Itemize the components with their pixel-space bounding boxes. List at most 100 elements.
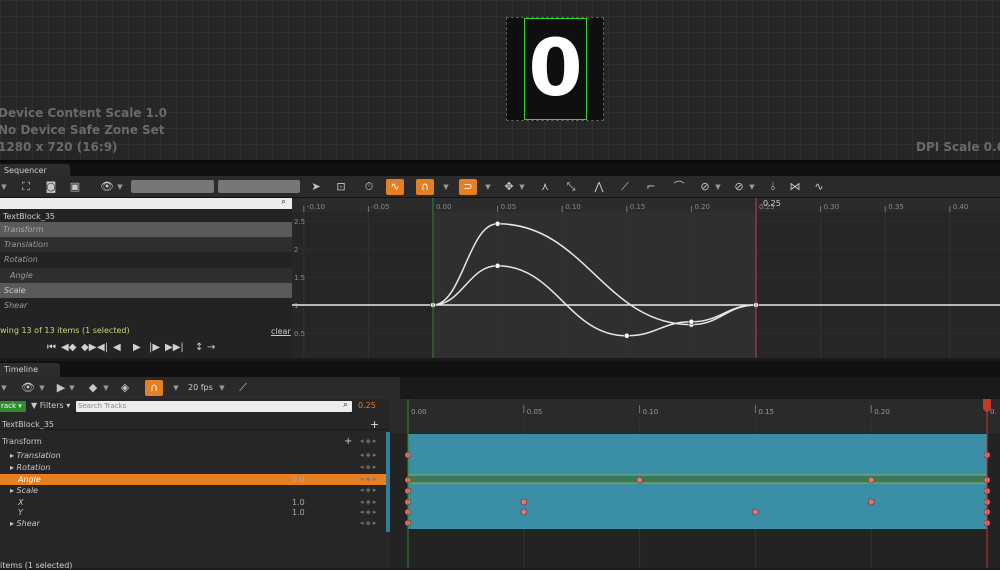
normalize-icon[interactable]: ⊘ <box>730 179 748 195</box>
tangent-break-icon[interactable]: ⋀ <box>590 179 608 195</box>
curve-editor-icon[interactable]: ⟋ <box>234 380 252 396</box>
current-time-readout[interactable]: 0.25 <box>358 401 376 410</box>
tree-item-scale[interactable]: Scale <box>0 283 292 298</box>
next-key-icon[interactable]: ◆▶ <box>81 341 96 355</box>
track-row-translation[interactable]: ▸ Translation ◂◈▸ <box>0 450 388 461</box>
track-row-scale[interactable]: ▸ Scale ◂◈▸ <box>0 485 388 496</box>
track-row-y[interactable]: Y 1.0 ◂◈▸ <box>0 507 388 518</box>
eye-icon[interactable]: 👁 <box>17 380 39 396</box>
play-reverse-icon[interactable]: ◀ <box>113 341 121 355</box>
chevron-down-icon[interactable]: ▼ <box>714 179 722 195</box>
filter-curve-icon[interactable]: ∿ <box>810 179 828 195</box>
chevron-down-icon[interactable]: ▼ <box>116 179 124 195</box>
chevron-down-icon[interactable]: ▼ <box>172 380 180 396</box>
add-icon[interactable]: + <box>344 436 352 447</box>
tangent-user-icon[interactable]: ⤡ <box>562 179 580 195</box>
track-row-shear[interactable]: ▸ Shear ◂◈▸ <box>0 518 388 529</box>
chevron-down-icon[interactable]: ▼ <box>102 380 110 396</box>
step-back-icon[interactable]: ◀| <box>97 341 108 355</box>
chevron-down-icon[interactable]: ▼ <box>748 179 756 195</box>
tree-item-rotation[interactable]: Rotation <box>0 252 292 267</box>
clear-link[interactable]: clear <box>271 327 291 336</box>
move-icon[interactable]: ✥ <box>500 179 518 195</box>
magnet-icon[interactable]: ∩ <box>145 380 163 396</box>
track-row-textblock-35[interactable]: TextBlock_35 <box>0 419 388 430</box>
key-controls[interactable]: ◂◈▸ <box>360 450 378 461</box>
curve-input-field[interactable] <box>131 180 214 193</box>
key-controls[interactable]: ◂◈▸ <box>360 474 378 485</box>
jump-end-icon[interactable]: ▶▶| <box>165 341 184 355</box>
track-row-transform[interactable]: Transform ◂◈▸ + <box>0 436 388 447</box>
frame-icon[interactable]: ⛶ <box>17 179 35 195</box>
key-controls[interactable]: ◂◈▸ <box>360 485 378 496</box>
track-label: X <box>18 498 24 507</box>
track-row-angle[interactable]: Angle 0.0 ◂◈▸ <box>0 474 388 485</box>
chevron-down-icon[interactable]: ▼ <box>0 179 8 195</box>
curve-value-field[interactable] <box>218 180 300 193</box>
track-label: ▸ Translation <box>10 451 61 460</box>
curves-search-input[interactable] <box>0 198 292 209</box>
record-icon[interactable]: → <box>207 341 215 355</box>
timeline-tick-label: 0.15 <box>758 408 774 416</box>
dpi-scale-label: DPI Scale 0.67 <box>916 140 1000 154</box>
time-icon[interactable]: ⏱ <box>360 179 378 195</box>
key-marker <box>752 508 759 516</box>
straighten-icon[interactable]: ⋈ <box>786 179 804 195</box>
snap-value-icon[interactable]: ⊃ <box>459 179 477 195</box>
tab-timeline[interactable]: Timeline <box>0 363 60 377</box>
chevron-down-icon[interactable]: ▼ <box>68 380 76 396</box>
loop-icon[interactable]: ↕ <box>195 341 203 355</box>
tangent-flatten-icon[interactable]: ⌒ <box>670 179 688 195</box>
jump-start-icon[interactable]: ⏮ <box>47 341 56 355</box>
key-marker <box>520 498 528 506</box>
add-track-button[interactable]: rack ▾ <box>0 401 26 412</box>
tree-item-shear[interactable]: Shear <box>0 298 292 313</box>
distribute-icon[interactable]: ⫰ <box>764 179 782 195</box>
prev-key-icon[interactable]: ◀◆ <box>61 341 76 355</box>
track-value[interactable]: 0.0 <box>292 474 305 485</box>
curve-editor-graph[interactable]: -0.10 -0.05 0.00 0.05 0.10 0.15 0.20 0.25 0.30 0.… <box>292 198 1000 358</box>
chevron-down-icon[interactable]: ▼ <box>518 179 526 195</box>
add-key-icon[interactable]: ◈ <box>116 380 134 396</box>
tree-item-translation[interactable]: Translation <box>0 237 292 252</box>
magnet-icon[interactable]: ∩ <box>416 179 434 195</box>
curve-icon[interactable]: ∿ <box>386 179 404 195</box>
step-forward-icon[interactable]: |▶ <box>149 341 160 355</box>
track-value[interactable]: 1.0 <box>292 507 305 518</box>
select-icon[interactable]: ➤ <box>307 179 325 195</box>
play-icon[interactable]: ▶ <box>133 341 141 355</box>
snap-icon[interactable]: ▣ <box>66 179 84 195</box>
key-controls[interactable]: ◂◈▸ <box>360 462 378 473</box>
add-track-icon[interactable]: + <box>370 419 379 430</box>
time-tick-label: -0.05 <box>371 203 389 211</box>
filter-icon[interactable]: ◙ <box>42 179 60 195</box>
timeline-track-area[interactable]: 0.00 0.05 0.10 0.15 0.20 0. <box>390 399 1000 568</box>
tree-item-angle[interactable]: Angle <box>0 268 292 283</box>
curve-options-icon[interactable]: ⊘ <box>696 179 714 195</box>
timeline-tick-label: 0.00 <box>411 408 427 416</box>
chevron-down-icon[interactable]: ▼ <box>484 179 492 195</box>
chevron-down-icon[interactable]: ▼ <box>38 380 46 396</box>
chevron-down-icon[interactable]: ▼ <box>442 179 450 195</box>
chevron-down-icon[interactable]: ▼ <box>0 380 8 396</box>
angle-track-selected[interactable] <box>407 474 988 484</box>
tree-item-transform[interactable]: Transform <box>0 222 292 237</box>
curve-key <box>623 332 630 339</box>
key-controls[interactable]: ◂◈▸ <box>360 436 378 447</box>
key-controls[interactable]: ◂◈▸ <box>360 507 378 518</box>
search-tracks-input[interactable]: Search Tracks <box>76 401 352 412</box>
filters-button[interactable]: ▼ Filters ▾ <box>31 401 70 410</box>
tangent-auto-icon[interactable]: ⋏ <box>536 179 554 195</box>
key-controls[interactable]: ◂◈▸ <box>360 518 378 529</box>
designer-viewport[interactable]: 0 Device Content Scale 1.0 No Device Saf… <box>0 0 1000 160</box>
eye-icon[interactable]: 👁 <box>97 179 117 195</box>
curves-tab-bar: Sequencer Curves <box>0 160 1000 184</box>
text-widget[interactable]: 0 <box>506 17 604 121</box>
focus-icon[interactable]: ⊡ <box>332 179 350 195</box>
track-row-rotation[interactable]: ▸ Rotation ◂◈▸ <box>0 462 388 473</box>
chevron-down-icon[interactable]: ▼ <box>218 380 226 396</box>
fps-selector[interactable]: 20 fps <box>188 383 213 392</box>
key-icon[interactable]: ◆ <box>84 380 102 396</box>
tangent-linear-icon[interactable]: ⟋ <box>616 179 634 195</box>
tangent-constant-icon[interactable]: ⌐ <box>642 179 660 195</box>
